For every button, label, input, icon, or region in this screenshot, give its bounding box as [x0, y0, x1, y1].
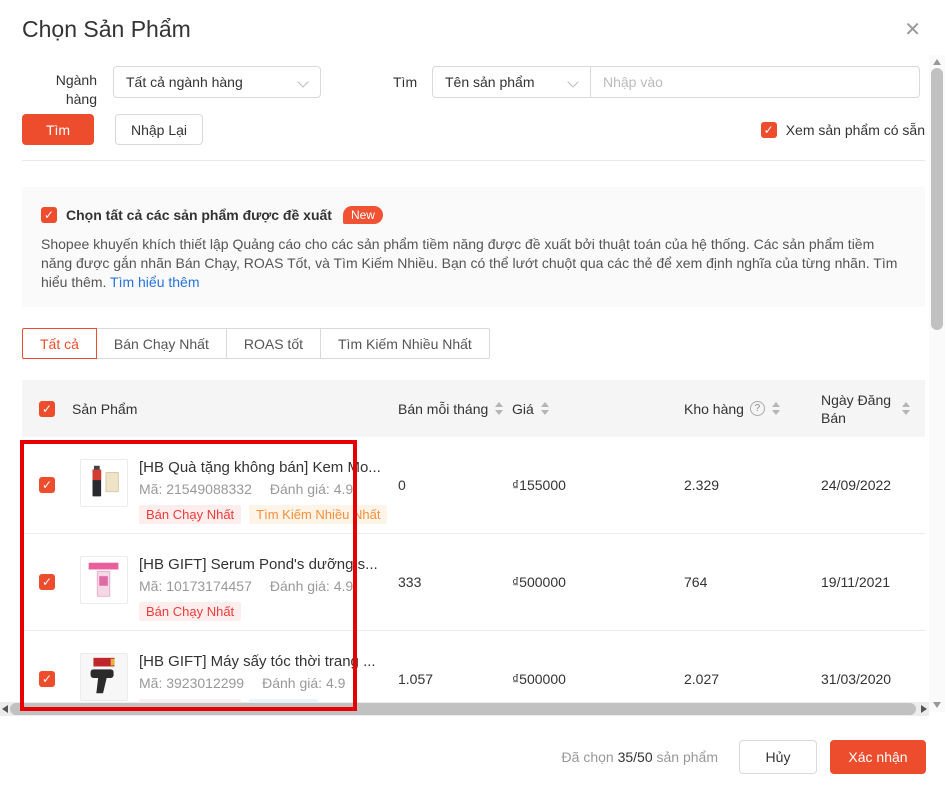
chevron-down-icon — [297, 76, 308, 87]
table-row[interactable]: ✓ [HB GIFT] Serum Pond's dưỡng s... Mã: … — [22, 534, 925, 631]
suggestion-panel: ✓ Chọn tất cả các sản phẩm được đề xuất … — [22, 187, 925, 307]
monthly-sales-value: 0 — [398, 477, 512, 493]
product-image — [80, 653, 128, 701]
search-button[interactable]: Tìm — [22, 114, 94, 145]
search-input-wrap — [590, 66, 920, 98]
product-code: Mã: 3923012299 — [139, 675, 244, 691]
badge-best-selling[interactable]: Bán Chạy Nhất — [139, 505, 241, 524]
scroll-down-icon[interactable] — [933, 702, 941, 708]
table-row[interactable]: ✓ [HB Quà tặng không bán] Kem Mo... Mã: … — [22, 437, 925, 534]
horizontal-scrollbar[interactable] — [0, 702, 929, 716]
badge-best-selling[interactable]: Bán Chạy Nhất — [139, 602, 241, 621]
available-products-label: Xem sản phẩm có sẵn — [786, 122, 925, 138]
row-checkbox[interactable]: ✓ — [39, 671, 55, 687]
table-header: ✓ Sản Phẩm Bán mỗi tháng Giá Kho hàng ? … — [22, 380, 925, 437]
header-stock: Kho hàng ? — [684, 401, 821, 417]
confirm-button[interactable]: Xác nhận — [830, 740, 926, 774]
monthly-sales-value: 1.057 — [398, 671, 512, 687]
product-name: [HB Quà tặng không bán] Kem Mo... — [139, 459, 387, 476]
header-product: Sản Phẩm — [72, 401, 398, 417]
product-rating: Đánh giá: 4.9 — [270, 578, 353, 594]
badge-most-searched[interactable]: Tìm Kiếm Nhiều Nhất — [249, 505, 387, 524]
price-value: ₫500000 — [512, 574, 684, 590]
header-price: Giá — [512, 401, 684, 417]
table-body: ✓ [HB Quà tặng không bán] Kem Mo... Mã: … — [22, 437, 925, 703]
new-badge: New — [343, 206, 383, 224]
scroll-up-icon[interactable] — [933, 59, 941, 65]
product-image — [80, 459, 128, 507]
vertical-scrollbar[interactable] — [929, 55, 945, 712]
tab-all[interactable]: Tất cả — [22, 328, 97, 359]
learn-more-link[interactable]: Tìm hiểu thêm — [110, 274, 199, 290]
stock-value: 2.329 — [684, 477, 821, 493]
horizontal-scrollbar-thumb[interactable] — [10, 703, 916, 715]
select-all-suggested-row[interactable]: ✓ Chọn tất cả các sản phẩm được đề xuất … — [41, 206, 383, 224]
category-select[interactable]: Tất cả ngành hàng — [113, 66, 321, 98]
monthly-sales-value: 333 — [398, 574, 512, 590]
reset-button[interactable]: Nhập Lại — [115, 114, 203, 145]
category-label: Ngành hàng — [53, 71, 97, 109]
select-all-suggested-label: Chọn tất cả các sản phẩm được đề xuất — [66, 207, 332, 223]
scroll-right-icon[interactable] — [921, 705, 927, 713]
table-row[interactable]: ✓ [HB GIFT] Máy sấy tóc thời trang ... M… — [22, 631, 925, 703]
stock-value: 2.027 — [684, 671, 821, 687]
checkbox-checked-icon[interactable]: ✓ — [41, 207, 57, 223]
product-name: [HB GIFT] Serum Pond's dưỡng s... — [139, 556, 378, 573]
product-code: Mã: 21549088332 — [139, 481, 252, 497]
sort-icon[interactable] — [495, 402, 503, 415]
search-type-value: Tên sản phẩm — [445, 74, 535, 90]
selected-count: 35/50 — [618, 749, 653, 765]
listed-date-value: 19/11/2021 — [821, 574, 925, 590]
chevron-down-icon — [567, 76, 578, 87]
suggestion-description: Shopee khuyến khích thiết lập Quảng cáo … — [41, 235, 907, 292]
product-select-modal: Chọn Sản Phẩm ✕ Ngành hàng Tất cả ngành … — [0, 0, 947, 797]
header-listed-date: Ngày Đăng Bán — [821, 391, 925, 427]
sort-icon[interactable] — [541, 402, 549, 415]
help-icon[interactable]: ? — [750, 401, 765, 416]
scroll-left-icon[interactable] — [2, 705, 8, 713]
select-all-checkbox[interactable]: ✓ — [39, 401, 55, 417]
price-value: ₫500000 — [512, 671, 684, 687]
selected-count-text: Đã chọn 35/50 sản phẩm — [562, 749, 718, 765]
row-checkbox[interactable]: ✓ — [39, 477, 55, 493]
page-title: Chọn Sản Phẩm — [22, 16, 191, 43]
price-value: ₫155000 — [512, 477, 684, 493]
vertical-scrollbar-thumb[interactable] — [931, 68, 943, 330]
product-name: [HB GIFT] Máy sấy tóc thời trang ... — [139, 653, 376, 670]
product-code: Mã: 10173174457 — [139, 578, 252, 594]
search-input[interactable] — [603, 74, 907, 90]
divider — [22, 160, 925, 161]
listed-date-value: 24/09/2022 — [821, 477, 925, 493]
cancel-button[interactable]: Hủy — [739, 740, 817, 774]
product-image — [80, 556, 128, 604]
header-monthly-sales: Bán mỗi tháng — [398, 401, 512, 417]
product-rating: Đánh giá: 4.9 — [270, 481, 353, 497]
tab-most-searched[interactable]: Tìm Kiếm Nhiều Nhất — [320, 328, 490, 359]
category-select-value: Tất cả ngành hàng — [126, 74, 243, 90]
listed-date-value: 31/03/2020 — [821, 671, 925, 687]
close-icon[interactable]: ✕ — [904, 20, 921, 40]
footer: Đã chọn 35/50 sản phẩm Hủy Xác nhận — [562, 740, 926, 774]
available-products-checkbox-row[interactable]: ✓ Xem sản phẩm có sẵn — [761, 122, 925, 138]
row-checkbox[interactable]: ✓ — [39, 574, 55, 590]
product-rating: Đánh giá: 4.9 — [262, 675, 345, 691]
filter-tabs: Tất cả Bán Chạy Nhất ROAS tốt Tìm Kiếm N… — [22, 328, 490, 359]
search-type-select[interactable]: Tên sản phẩm — [432, 66, 591, 98]
tab-good-roas[interactable]: ROAS tốt — [226, 328, 321, 359]
sort-icon[interactable] — [772, 402, 780, 415]
tab-best-selling[interactable]: Bán Chạy Nhất — [96, 328, 227, 359]
checkbox-checked-icon[interactable]: ✓ — [761, 122, 777, 138]
stock-value: 764 — [684, 574, 821, 590]
sort-icon[interactable] — [902, 402, 910, 415]
search-label: Tìm — [393, 74, 417, 90]
